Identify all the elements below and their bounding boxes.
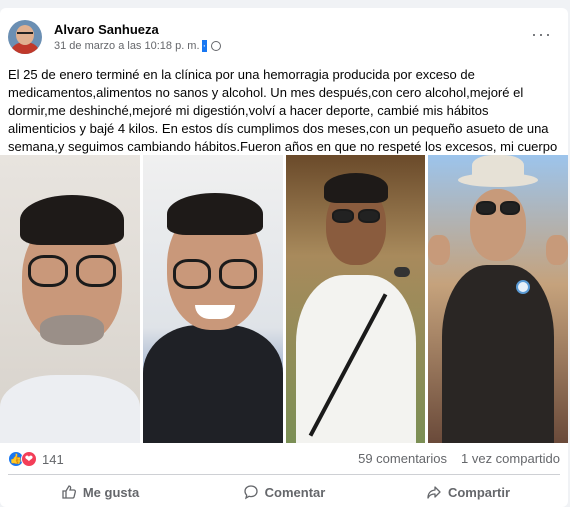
post-timestamp[interactable]: 31 de marzo a las 10:18 p. m. [54,40,200,52]
share-label: Compartir [447,484,511,500]
right-thumb [546,235,568,265]
glasses-left [172,259,211,289]
like-button[interactable]: Me gusta [8,478,192,506]
hair [20,195,124,245]
face [470,189,527,261]
hair [323,173,388,203]
avatar-glasses [17,32,33,36]
photo-2[interactable] [142,155,283,443]
post-card: Alvaro Sanhueza 31 de marzo a las 10:18 … [0,8,568,507]
photo-1[interactable] [0,155,140,443]
glasses-left [28,255,68,287]
sunglasses-left [476,201,497,215]
photo-4[interactable] [428,155,568,443]
timestamp-selection: · [201,40,208,52]
post-meta: 31 de marzo a las 10:18 p. m. · [54,40,222,52]
beard [40,315,104,345]
author-avatar[interactable] [8,20,42,54]
like-label: Me gusta [82,484,140,500]
comment-label: Comentar [264,484,326,500]
stats-divider [8,474,560,475]
share-arrow-icon [427,486,441,499]
glasses-right [218,259,257,289]
hat-crown [472,155,525,181]
comment-bubble-icon [244,485,258,500]
glasses-right [76,255,116,287]
sunglasses-right [357,209,380,223]
post-stats: 👍 ❤ 141 59 comentarios 1 vez compartido [8,450,560,470]
hair [166,193,263,235]
photo-3[interactable] [285,155,426,443]
white-shirt [295,275,416,443]
microphone [393,267,410,277]
sunglasses-left [331,209,354,223]
photo-grid [0,155,568,443]
thumbs-up-icon [62,485,76,499]
sunglasses-right [500,201,521,215]
share-button[interactable]: Compartir [376,478,560,506]
comment-button[interactable]: Comentar [192,478,376,506]
action-bar: Me gusta Comentar Compartir [8,478,560,506]
globe-icon[interactable] [211,41,222,51]
hoodie [142,325,283,443]
engagement-counts: 59 comentarios 1 vez compartido [358,451,560,466]
reaction-count: 141 [42,451,64,467]
left-thumb [428,235,451,265]
shares-count-link[interactable]: 1 vez compartido [461,451,560,466]
love-reaction-icon: ❤ [21,451,37,467]
more-options-icon[interactable]: ··· [531,24,552,45]
post-header: Alvaro Sanhueza 31 de marzo a las 10:18 … [8,20,560,60]
hospital-gown [0,375,140,443]
dark-tshirt [442,265,555,443]
comments-count-link[interactable]: 59 comentarios [358,451,447,466]
author-name[interactable]: Alvaro Sanhueza [54,22,159,37]
reactions-summary[interactable]: 👍 ❤ 141 [8,451,64,467]
